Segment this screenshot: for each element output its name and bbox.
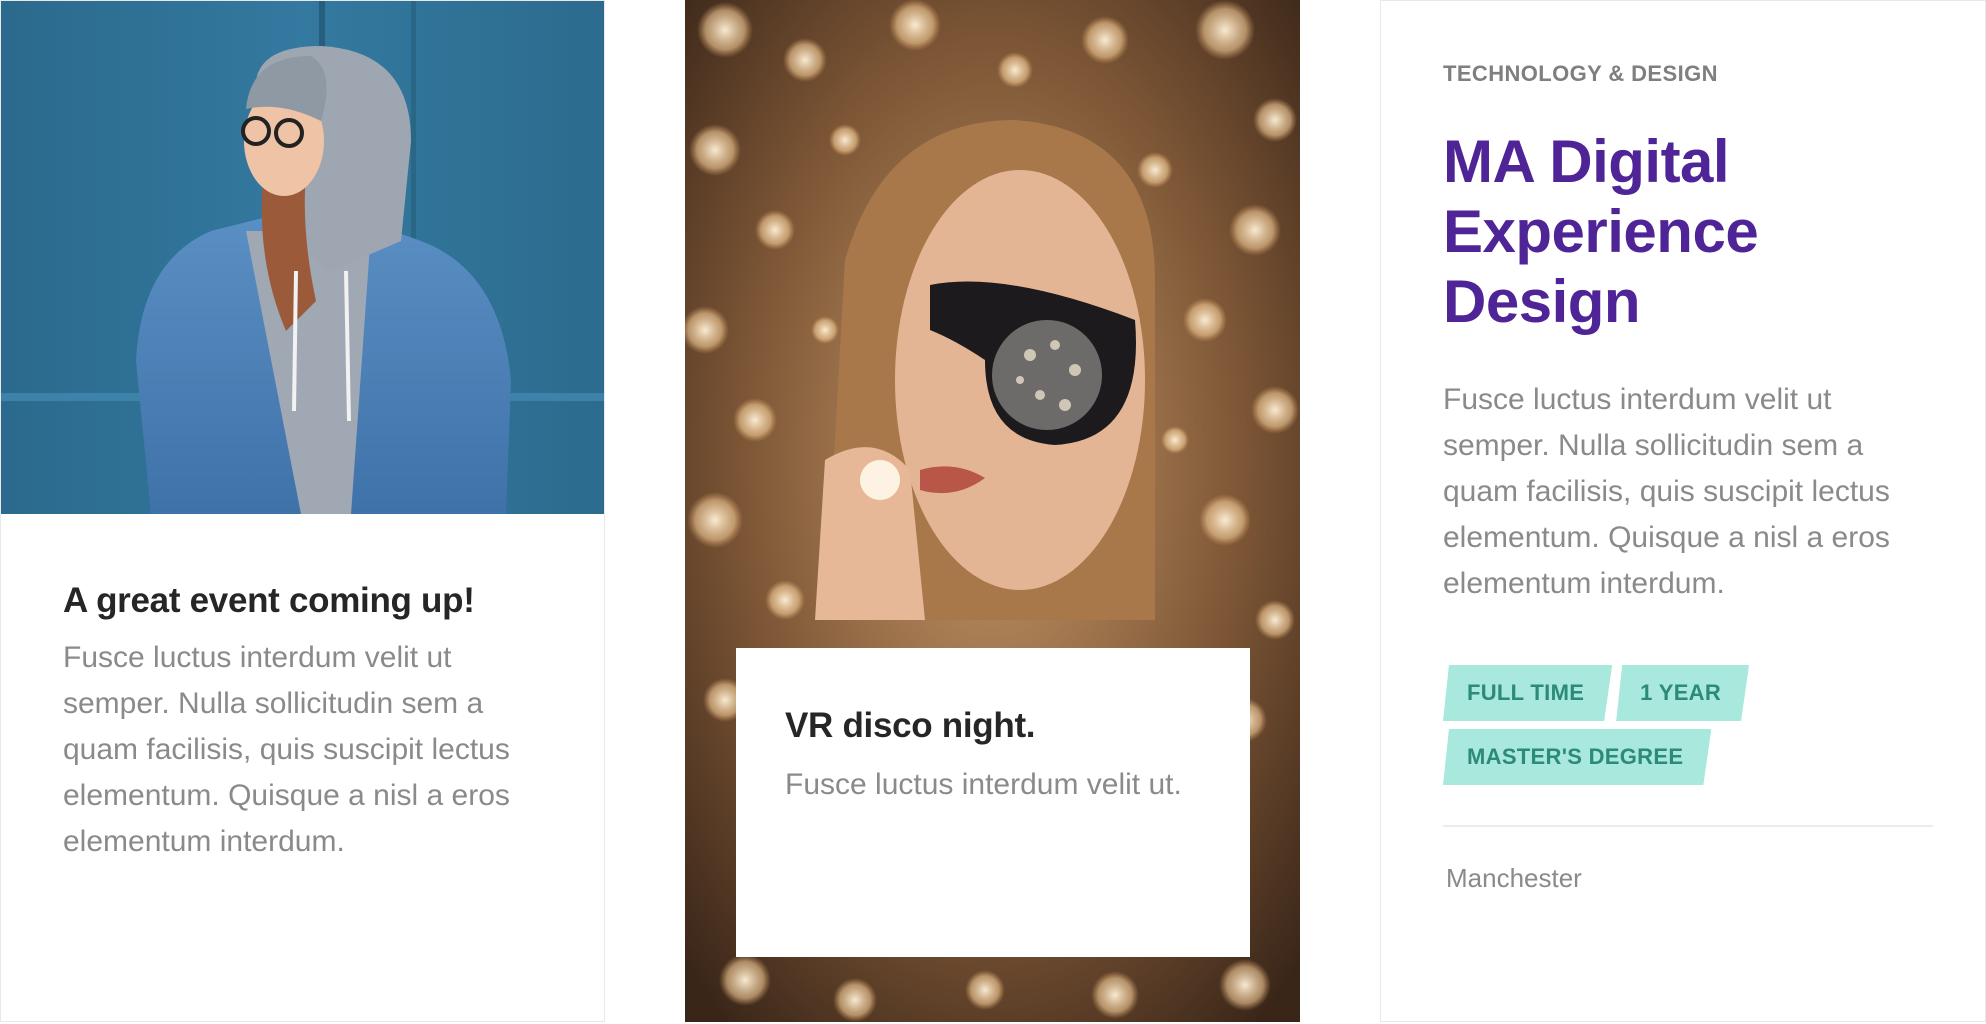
divider: [1443, 825, 1933, 827]
disco-card-content: VR disco night. Fusce luctus interdum ve…: [736, 648, 1250, 957]
event-card-image: [1, 1, 604, 514]
tag-duration: 1 YEAR: [1616, 665, 1749, 721]
disco-card[interactable]: VR disco night. Fusce luctus interdum ve…: [685, 0, 1300, 1022]
event-card-content: A great event coming up! Fusce luctus in…: [63, 581, 533, 865]
course-tags: FULL TIME 1 YEAR MASTER'S DEGREE: [1443, 665, 1773, 785]
course-title[interactable]: MA Digital Experience Design: [1443, 127, 1933, 337]
course-description: Fusce luctus interdum velit ut semper. N…: [1443, 383, 1890, 600]
event-card[interactable]: A great event coming up! Fusce luctus in…: [0, 0, 605, 1022]
cards-showcase: A great event coming up! Fusce luctus in…: [0, 0, 1986, 1024]
event-card-title[interactable]: A great event coming up!: [63, 581, 533, 621]
event-card-description: Fusce luctus interdum velit ut semper. N…: [63, 641, 510, 858]
tag-degree: MASTER'S DEGREE: [1443, 729, 1711, 785]
course-category: TECHNOLOGY & DESIGN: [1443, 61, 1718, 86]
disco-card-description: Fusce luctus interdum velit ut.: [785, 768, 1182, 801]
tag-full-time: FULL TIME: [1443, 665, 1612, 721]
course-location: Manchester: [1446, 863, 1582, 893]
disco-card-title[interactable]: VR disco night.: [785, 706, 1200, 746]
course-card[interactable]: TECHNOLOGY & DESIGN MA Digital Experienc…: [1380, 0, 1986, 1022]
course-card-content: TECHNOLOGY & DESIGN MA Digital Experienc…: [1443, 61, 1933, 894]
